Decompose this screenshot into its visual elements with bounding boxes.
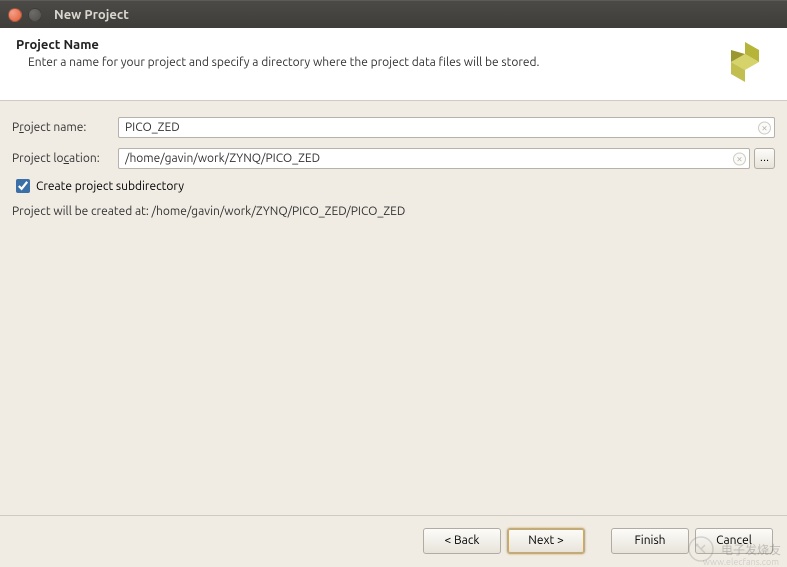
project-name-input[interactable] — [118, 117, 775, 138]
page-title: Project Name — [16, 38, 713, 52]
back-button[interactable]: < Back — [423, 528, 501, 554]
project-name-row: Project name: × — [12, 117, 775, 138]
minimize-icon[interactable] — [28, 8, 42, 22]
project-location-label: Project location: — [12, 152, 118, 165]
project-location-input-wrap: × — [118, 148, 750, 169]
wizard-header: Project Name Enter a name for your proje… — [0, 28, 787, 101]
wizard-footer: < Back Next > Finish Cancel — [0, 515, 787, 565]
page-description: Enter a name for your project and specif… — [16, 56, 713, 69]
project-name-input-wrap: × — [118, 117, 775, 138]
project-location-row: Project location: × ... — [12, 148, 775, 169]
next-button[interactable]: Next > — [507, 528, 585, 554]
vivado-logo-icon — [723, 38, 771, 86]
project-name-label: Project name: — [12, 121, 118, 134]
clear-icon[interactable]: × — [758, 121, 771, 134]
titlebar: New Project — [0, 0, 787, 28]
clear-icon[interactable]: × — [733, 152, 746, 165]
create-subdir-label: Create project subdirectory — [36, 180, 184, 193]
create-subdir-row: Create project subdirectory — [16, 179, 775, 193]
close-icon[interactable] — [8, 8, 22, 22]
window-title: New Project — [54, 8, 129, 22]
wizard-header-text: Project Name Enter a name for your proje… — [16, 38, 713, 69]
create-subdir-checkbox[interactable] — [16, 179, 30, 193]
project-location-input[interactable] — [118, 148, 750, 169]
project-path-info: Project will be created at: /home/gavin/… — [12, 205, 775, 218]
finish-button[interactable]: Finish — [611, 528, 689, 554]
cancel-button[interactable]: Cancel — [695, 528, 773, 554]
wizard-content: Project name: × Project location: × ... … — [0, 101, 787, 234]
browse-button[interactable]: ... — [754, 148, 775, 169]
